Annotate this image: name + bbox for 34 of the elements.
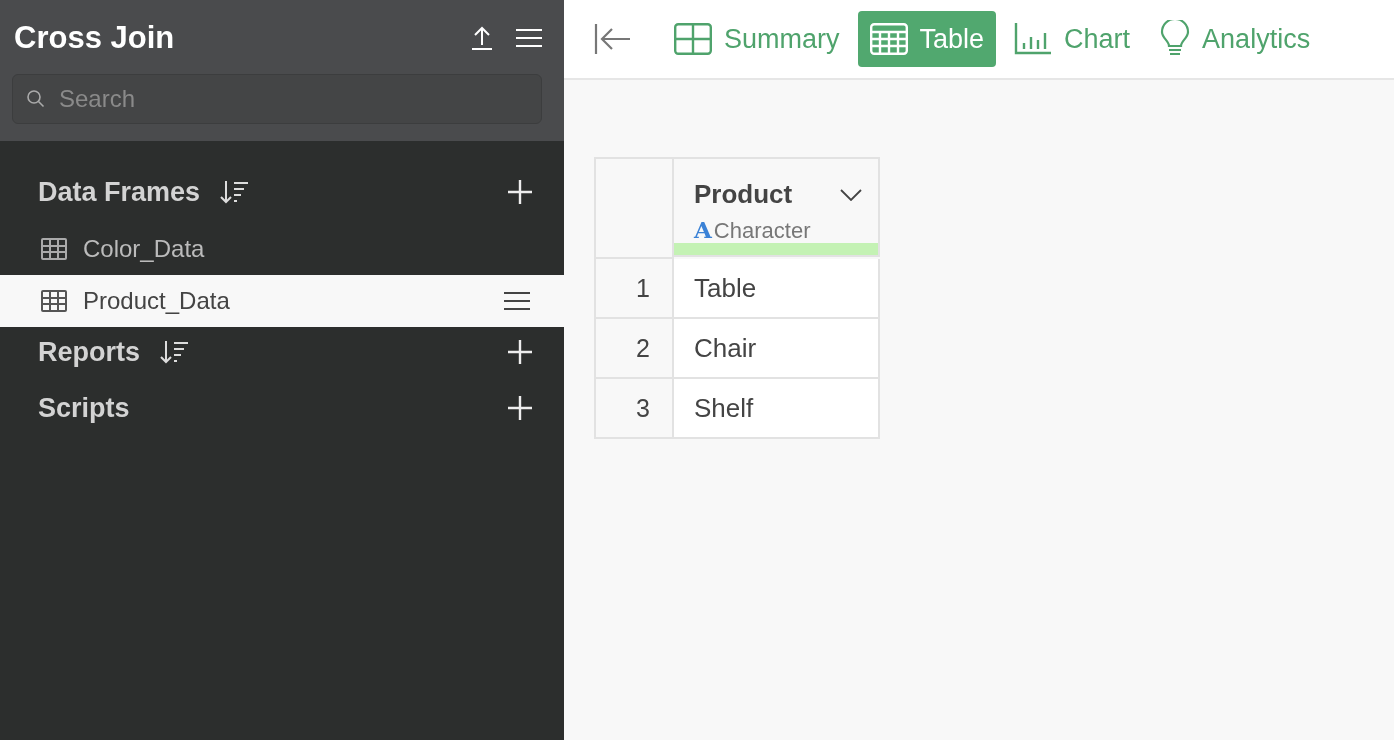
section-title: Reports bbox=[38, 336, 140, 368]
upload-icon[interactable] bbox=[470, 25, 494, 51]
column-type: Character bbox=[713, 218, 811, 244]
add-icon[interactable] bbox=[508, 340, 532, 364]
grid-icon bbox=[674, 23, 712, 55]
project-title: Cross Join bbox=[14, 20, 176, 56]
lightbulb-icon bbox=[1160, 20, 1191, 58]
section-title: Data Frames bbox=[38, 176, 201, 208]
view-tab[interactable]: Analytics bbox=[1148, 11, 1323, 67]
data-frame-item[interactable]: Product_Data bbox=[0, 275, 564, 327]
table-icon bbox=[41, 290, 67, 312]
type-mark: A bbox=[694, 216, 712, 243]
add-icon[interactable] bbox=[508, 180, 532, 204]
table-cell: Chair bbox=[674, 319, 880, 379]
data-frame-item[interactable]: Color_Data bbox=[0, 223, 564, 275]
view-tab[interactable]: Summary bbox=[662, 11, 852, 67]
sort-icon[interactable] bbox=[160, 339, 190, 365]
column-name: Product bbox=[694, 179, 793, 210]
table-cell: Shelf bbox=[674, 379, 880, 439]
search-field[interactable]: Search bbox=[12, 74, 542, 124]
sort-icon[interactable] bbox=[220, 179, 251, 205]
search-icon bbox=[26, 89, 46, 109]
dropdown-caret-icon[interactable] bbox=[840, 188, 862, 201]
table-cell: Table bbox=[674, 259, 880, 319]
view-tab[interactable]: Table bbox=[857, 11, 997, 67]
section-title: Scripts bbox=[38, 392, 130, 424]
bar-chart-icon bbox=[1014, 23, 1053, 55]
view-tab[interactable]: Chart bbox=[1002, 11, 1143, 67]
column-header[interactable]: Product ACharacter bbox=[674, 159, 880, 257]
collapse-sidebar-icon[interactable] bbox=[594, 24, 632, 54]
table-icon bbox=[869, 23, 908, 55]
table-icon bbox=[41, 238, 67, 260]
add-icon[interactable] bbox=[508, 396, 532, 420]
menu-icon[interactable] bbox=[504, 291, 530, 311]
